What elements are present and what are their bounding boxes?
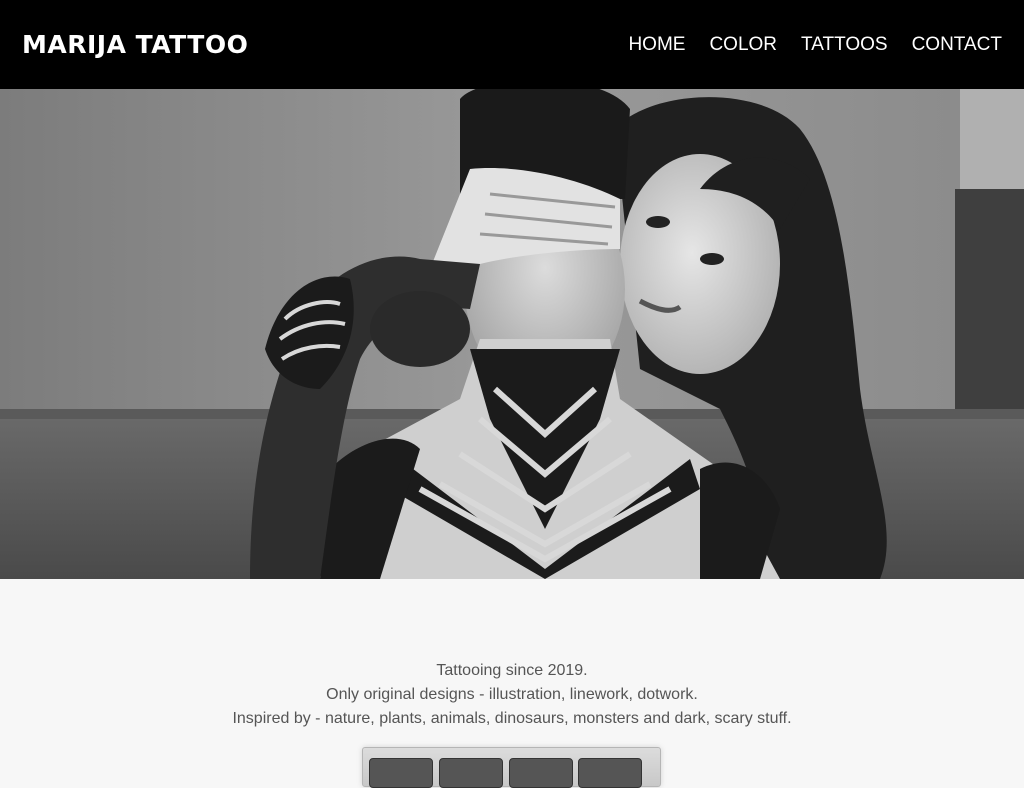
- main-nav: HOME COLOR TATTOOS CONTACT: [604, 34, 1002, 56]
- key-shape: [369, 758, 433, 788]
- key-shape: [439, 758, 503, 788]
- hero-image: [0, 89, 1024, 579]
- nav-home[interactable]: HOME: [628, 34, 685, 56]
- intro-text: Tattooing since 2019. Only original desi…: [0, 659, 1024, 731]
- keyboard-image: [362, 747, 661, 788]
- intro-section: Tattooing since 2019. Only original desi…: [0, 579, 1024, 768]
- intro-line: Only original designs - illustration, li…: [326, 686, 698, 703]
- nav-contact[interactable]: CONTACT: [912, 34, 1002, 56]
- site-logo[interactable]: MARIJA TATTOO: [22, 30, 248, 59]
- intro-line: Inspired by - nature, plants, animals, d…: [232, 710, 792, 727]
- key-shape: [578, 758, 642, 788]
- site-header: MARIJA TATTOO HOME COLOR TATTOOS CONTACT: [0, 0, 1024, 89]
- intro-line: Tattooing since 2019.: [436, 662, 588, 679]
- key-shape: [509, 758, 573, 788]
- nav-tattoos[interactable]: TATTOOS: [801, 34, 888, 56]
- nav-color[interactable]: COLOR: [709, 34, 777, 56]
